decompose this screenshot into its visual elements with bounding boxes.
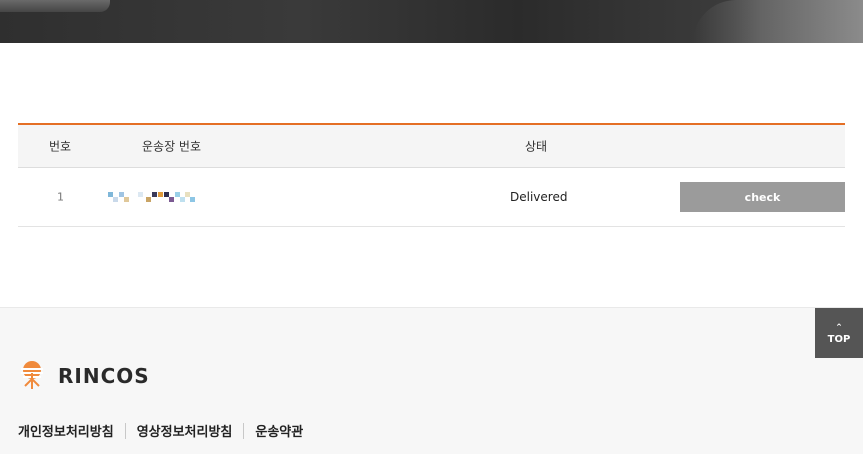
table-header: 번호 운송장 번호 상태 [18,123,845,168]
hero-banner [0,0,863,43]
scroll-to-top-button[interactable]: ⌃ TOP [815,308,863,358]
footer-links: 개인정보처리방침 영상정보처리방침 운송약관 [18,421,303,440]
divider [243,422,245,439]
footer: RINCOS 개인정보처리방침 영상정보처리방침 운송약관 [0,307,863,454]
terms-of-carriage-link[interactable]: 운송약관 [255,421,303,440]
header-status: 상태 [525,139,548,154]
divider [124,422,126,439]
privacy-policy-link[interactable]: 개인정보처리방침 [18,421,114,440]
sun-logo-icon [21,361,43,389]
row-status: Delivered [510,190,568,204]
rincos-logo[interactable]: RINCOS [18,359,149,391]
table-row: 1 Delivered check [18,168,845,227]
waybill-number-redacted [108,192,195,202]
hero-image-shape [0,0,110,12]
logo-text: RINCOS [58,364,150,388]
top-label: TOP [827,334,851,345]
header-number: 번호 [49,139,72,154]
video-privacy-policy-link[interactable]: 영상정보처리방침 [137,421,233,440]
tracking-table: 번호 운송장 번호 상태 1 Delivered check [18,123,845,227]
row-number: 1 [57,190,64,204]
hero-image-highlight [693,0,863,43]
check-button[interactable]: check [680,182,845,212]
chevron-up-icon: ⌃ [835,323,843,333]
header-waybill-number: 운송장 번호 [142,139,202,154]
